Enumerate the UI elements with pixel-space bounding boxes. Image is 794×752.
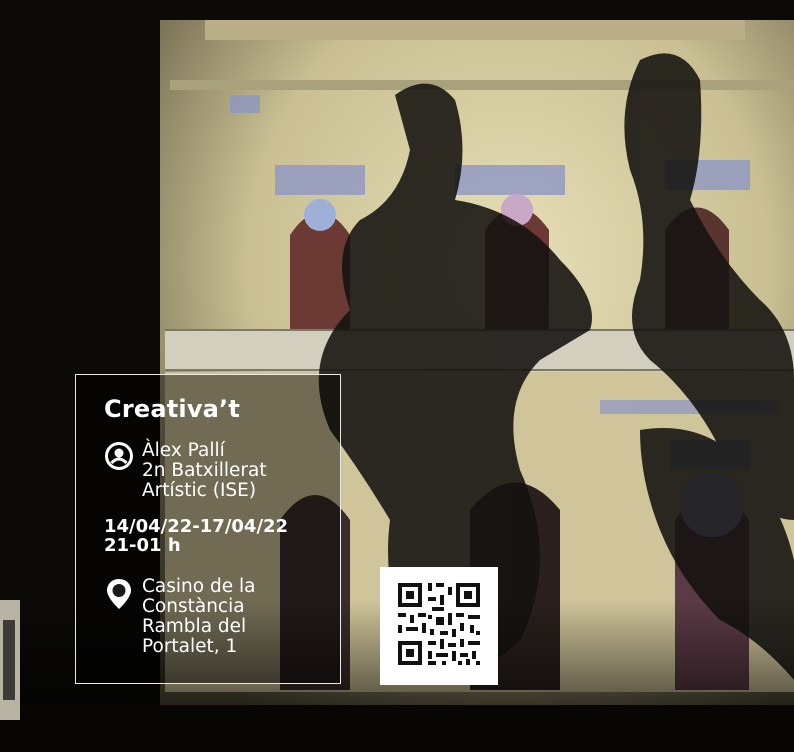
user-circle-icon [105, 442, 133, 470]
artist-row: Àlex Pallí 2n Batxillerat Artístic (ISE) [104, 441, 267, 501]
location-pin-icon [107, 579, 131, 609]
date-range: 14/04/22-17/04/22 [104, 516, 289, 537]
venue-text: Casino de la Constància Rambla del Porta… [142, 577, 255, 657]
event-title: Creativa’t [104, 395, 241, 423]
qr-code[interactable] [380, 567, 498, 685]
venue-row: Casino de la Constància Rambla del Porta… [104, 577, 255, 657]
artist-course: 2n Batxillerat [142, 460, 267, 481]
event-info-box: Creativa’t Àlex Pallí 2n Batxillerat Art… [75, 374, 341, 684]
venue-address-1: Rambla del [142, 616, 247, 637]
venue-address-2: Portalet, 1 [142, 636, 238, 657]
artist-text: Àlex Pallí 2n Batxillerat Artístic (ISE) [142, 441, 267, 501]
qr-code-graphic [380, 567, 498, 685]
venue-name-2: Constància [142, 596, 245, 617]
poster: Creativa’t Àlex Pallí 2n Batxillerat Art… [0, 0, 794, 752]
venue-name-1: Casino de la [142, 576, 256, 597]
artist-school: Artístic (ISE) [142, 480, 257, 501]
time-range: 21-01 h [104, 535, 181, 556]
event-dates: 14/04/22-17/04/22 21-01 h [104, 517, 288, 555]
artist-name: Àlex Pallí [142, 440, 225, 461]
